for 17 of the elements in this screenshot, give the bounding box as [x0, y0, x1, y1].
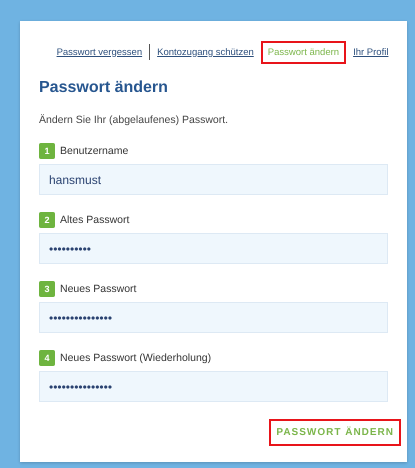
- input-field[interactable]: ••••••••••: [39, 233, 388, 264]
- field-label: Neues Passwort: [60, 283, 136, 295]
- input-field[interactable]: •••••••••••••••: [39, 302, 388, 333]
- nav-link[interactable]: Ihr Profil: [346, 40, 396, 64]
- step-number: 2: [39, 212, 55, 228]
- nav-link[interactable]: Passwort vergessen: [50, 40, 150, 64]
- step-number: 4: [39, 350, 55, 366]
- input-field[interactable]: hansmust: [39, 164, 388, 195]
- field-label: Neues Passwort (Wiederholung): [60, 352, 212, 364]
- step-number: 1: [39, 143, 55, 159]
- step-number: 3: [39, 281, 55, 297]
- page-title: Passwort ändern: [39, 79, 169, 97]
- nav-link[interactable]: Kontozugang schützen: [150, 40, 261, 64]
- field-label: Benutzername: [60, 145, 128, 157]
- description: Ändern Sie Ihr (abgelaufenes) Passwort.: [39, 114, 230, 126]
- input-field[interactable]: •••••••••••••••: [39, 371, 388, 402]
- field-label: Altes Passwort: [60, 214, 130, 226]
